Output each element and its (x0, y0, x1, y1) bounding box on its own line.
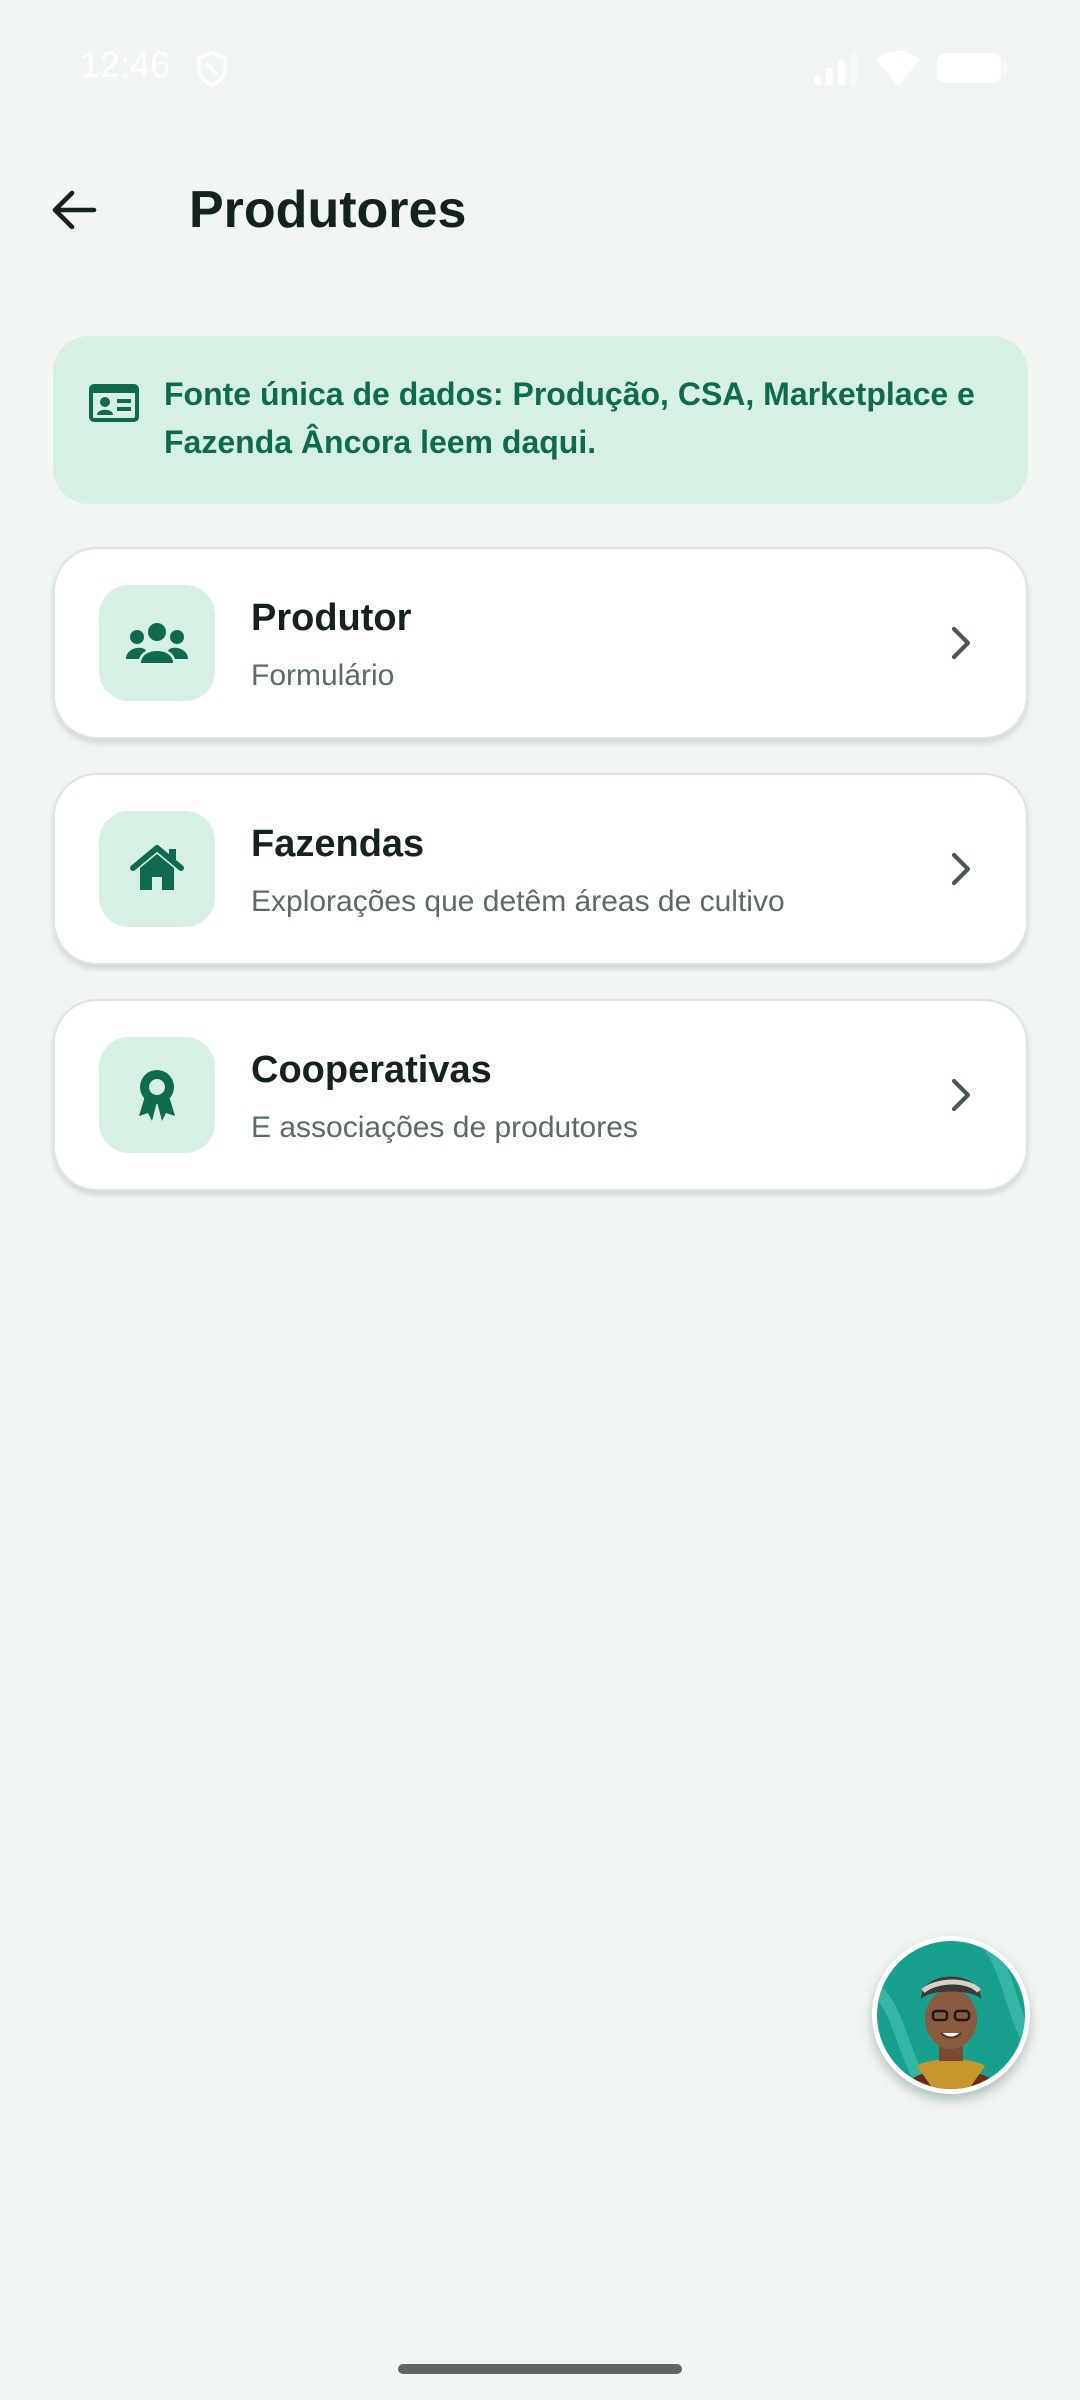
menu-card-produtor[interactable]: Produtor Formulário (53, 547, 1028, 739)
card-subtitle: Explorações que detêm áreas de cultivo (251, 885, 785, 918)
page-title: Produtores (189, 181, 467, 239)
menu-card-fazendas[interactable]: Fazendas Explorações que detêm áreas de … (53, 773, 1028, 965)
award-ribbon-icon (139, 1070, 175, 1121)
info-banner-text: Fonte única de dados: Produção, CSA, Mar… (164, 376, 975, 460)
wifi-icon (876, 51, 920, 86)
back-button[interactable] (30, 174, 118, 246)
id-card-icon (89, 384, 139, 422)
arrow-left-icon (52, 190, 97, 230)
card-subtitle: Formulário (251, 659, 395, 692)
chevron-right-icon (951, 852, 971, 886)
card-subtitle: E associações de produtores (251, 1111, 638, 1144)
battery-icon (937, 53, 1007, 83)
chevron-right-icon (951, 1078, 971, 1112)
status-time: 12:46 (80, 44, 171, 85)
chevron-right-icon (951, 626, 971, 660)
card-icon-container (99, 811, 215, 927)
card-icon-container (99, 585, 215, 701)
home-indicator[interactable] (398, 2364, 682, 2374)
status-bar: 12:46 (0, 0, 1080, 130)
shield-icon (197, 51, 227, 87)
menu-card-cooperativas[interactable]: Cooperativas E associações de produtores (53, 999, 1028, 1191)
info-banner: Fonte única de dados: Produção, CSA, Mar… (53, 336, 1028, 504)
assistant-avatar-button[interactable] (872, 1936, 1030, 2094)
card-title: Produtor (251, 597, 412, 639)
assistant-avatar (877, 1941, 1025, 2089)
card-icon-container (99, 1037, 215, 1153)
house-icon (130, 845, 184, 890)
signal-icon (814, 52, 857, 85)
app-bar: Produtores (0, 150, 1080, 270)
people-group-icon (126, 623, 188, 663)
card-title: Cooperativas (251, 1049, 492, 1091)
card-title: Fazendas (251, 823, 425, 865)
